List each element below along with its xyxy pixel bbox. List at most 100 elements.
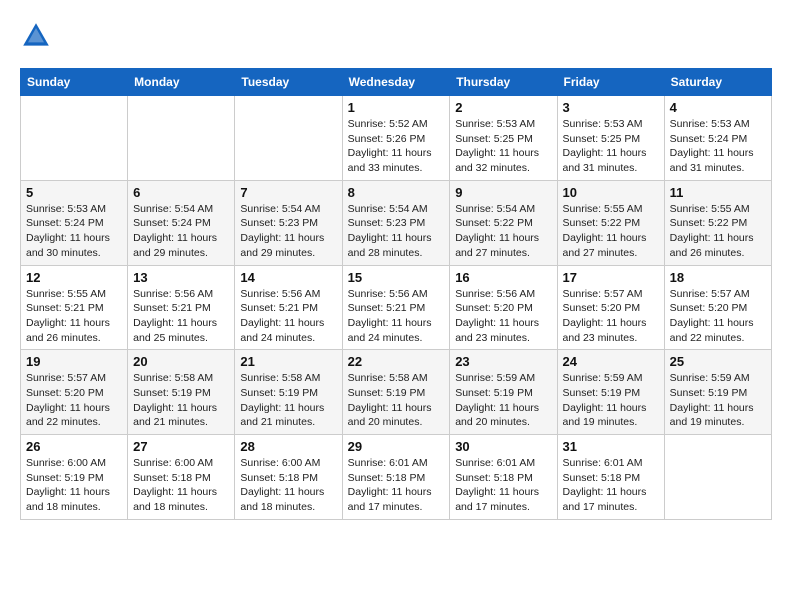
calendar-cell: 23 Sunrise: 5:59 AM Sunset: 5:19 PM Dayli… bbox=[450, 350, 557, 435]
day-number: 13 bbox=[133, 270, 229, 285]
calendar-cell: 26 Sunrise: 6:00 AM Sunset: 5:19 PM Dayli… bbox=[21, 435, 128, 520]
day-info: Sunrise: 5:53 AM Sunset: 5:25 PM Dayligh… bbox=[563, 117, 659, 176]
day-number: 28 bbox=[240, 439, 336, 454]
day-info: Sunrise: 5:53 AM Sunset: 5:24 PM Dayligh… bbox=[670, 117, 766, 176]
day-info: Sunrise: 5:55 AM Sunset: 5:22 PM Dayligh… bbox=[563, 202, 659, 261]
day-number: 11 bbox=[670, 185, 766, 200]
calendar-cell: 8 Sunrise: 5:54 AM Sunset: 5:23 PM Daylig… bbox=[342, 180, 450, 265]
calendar-cell: 6Sunrise: 5:54 AM Sunset: 5:24 PM Daylig… bbox=[128, 180, 235, 265]
day-number: 15 bbox=[348, 270, 445, 285]
day-number: 30 bbox=[455, 439, 551, 454]
day-info: Sunrise: 5:52 AM Sunset: 5:26 PM Dayligh… bbox=[348, 117, 445, 176]
calendar-cell: 2 Sunrise: 5:53 AM Sunset: 5:25 PM Daylig… bbox=[450, 96, 557, 181]
day-info: Sunrise: 5:54 AM Sunset: 5:22 PM Dayligh… bbox=[455, 202, 551, 261]
day-info: Sunrise: 5:59 AM Sunset: 5:19 PM Dayligh… bbox=[563, 371, 659, 430]
day-number: 26 bbox=[26, 439, 122, 454]
day-number: 25 bbox=[670, 354, 766, 369]
day-number: 4 bbox=[670, 100, 766, 115]
calendar-cell: 31Sunrise: 6:01 AM Sunset: 5:18 PM Dayli… bbox=[557, 435, 664, 520]
calendar-cell: 29 Sunrise: 6:01 AM Sunset: 5:18 PM Dayli… bbox=[342, 435, 450, 520]
calendar-cell: 11 Sunrise: 5:55 AM Sunset: 5:22 PM Dayli… bbox=[664, 180, 771, 265]
day-info: Sunrise: 6:01 AM Sunset: 5:18 PM Dayligh… bbox=[348, 456, 445, 515]
day-info: Sunrise: 5:57 AM Sunset: 5:20 PM Dayligh… bbox=[670, 287, 766, 346]
day-info: Sunrise: 5:59 AM Sunset: 5:19 PM Dayligh… bbox=[670, 371, 766, 430]
day-number: 22 bbox=[348, 354, 445, 369]
calendar-cell: 4 Sunrise: 5:53 AM Sunset: 5:24 PM Daylig… bbox=[664, 96, 771, 181]
calendar-cell: 28 Sunrise: 6:00 AM Sunset: 5:18 PM Dayli… bbox=[235, 435, 342, 520]
day-number: 21 bbox=[240, 354, 336, 369]
day-info: Sunrise: 5:57 AM Sunset: 5:20 PM Dayligh… bbox=[26, 371, 122, 430]
day-number: 2 bbox=[455, 100, 551, 115]
day-number: 29 bbox=[348, 439, 445, 454]
day-info: Sunrise: 5:57 AM Sunset: 5:20 PM Dayligh… bbox=[563, 287, 659, 346]
day-info: Sunrise: 6:00 AM Sunset: 5:18 PM Dayligh… bbox=[133, 456, 229, 515]
day-info: Sunrise: 5:55 AM Sunset: 5:22 PM Dayligh… bbox=[670, 202, 766, 261]
calendar-cell: 9 Sunrise: 5:54 AM Sunset: 5:22 PM Daylig… bbox=[450, 180, 557, 265]
day-info: Sunrise: 6:00 AM Sunset: 5:19 PM Dayligh… bbox=[26, 456, 122, 515]
day-info: Sunrise: 5:56 AM Sunset: 5:20 PM Dayligh… bbox=[455, 287, 551, 346]
day-info: Sunrise: 5:56 AM Sunset: 5:21 PM Dayligh… bbox=[240, 287, 336, 346]
calendar-header-friday: Friday bbox=[557, 69, 664, 96]
day-info: Sunrise: 5:58 AM Sunset: 5:19 PM Dayligh… bbox=[240, 371, 336, 430]
day-number: 7 bbox=[240, 185, 336, 200]
calendar-cell bbox=[664, 435, 771, 520]
day-info: Sunrise: 5:58 AM Sunset: 5:19 PM Dayligh… bbox=[133, 371, 229, 430]
day-number: 14 bbox=[240, 270, 336, 285]
day-info: Sunrise: 6:01 AM Sunset: 5:18 PM Dayligh… bbox=[455, 456, 551, 515]
calendar-header-tuesday: Tuesday bbox=[235, 69, 342, 96]
calendar-cell: 19 Sunrise: 5:57 AM Sunset: 5:20 PM Dayli… bbox=[21, 350, 128, 435]
calendar-cell: 16 Sunrise: 5:56 AM Sunset: 5:20 PM Dayli… bbox=[450, 265, 557, 350]
calendar-week-row: 26 Sunrise: 6:00 AM Sunset: 5:19 PM Dayli… bbox=[21, 435, 772, 520]
calendar-header-saturday: Saturday bbox=[664, 69, 771, 96]
day-info: Sunrise: 5:59 AM Sunset: 5:19 PM Dayligh… bbox=[455, 371, 551, 430]
calendar-cell: 17 Sunrise: 5:57 AM Sunset: 5:20 PM Dayli… bbox=[557, 265, 664, 350]
calendar-week-row: 1 Sunrise: 5:52 AM Sunset: 5:26 PM Daylig… bbox=[21, 96, 772, 181]
calendar-cell: 3 Sunrise: 5:53 AM Sunset: 5:25 PM Daylig… bbox=[557, 96, 664, 181]
calendar-header-row: SundayMondayTuesdayWednesdayThursdayFrid… bbox=[21, 69, 772, 96]
day-number: 9 bbox=[455, 185, 551, 200]
day-info: Sunrise: 5:58 AM Sunset: 5:19 PM Dayligh… bbox=[348, 371, 445, 430]
day-number: 23 bbox=[455, 354, 551, 369]
day-number: 19 bbox=[26, 354, 122, 369]
calendar-cell: 12Sunrise: 5:55 AM Sunset: 5:21 PM Dayli… bbox=[21, 265, 128, 350]
day-number: 1 bbox=[348, 100, 445, 115]
calendar-cell: 5 Sunrise: 5:53 AM Sunset: 5:24 PM Daylig… bbox=[21, 180, 128, 265]
calendar-cell: 30 Sunrise: 6:01 AM Sunset: 5:18 PM Dayli… bbox=[450, 435, 557, 520]
calendar-cell: 25 Sunrise: 5:59 AM Sunset: 5:19 PM Dayli… bbox=[664, 350, 771, 435]
day-info: Sunrise: 6:01 AM Sunset: 5:18 PM Dayligh… bbox=[563, 456, 659, 515]
day-info: Sunrise: 6:00 AM Sunset: 5:18 PM Dayligh… bbox=[240, 456, 336, 515]
calendar-header-wednesday: Wednesday bbox=[342, 69, 450, 96]
calendar-cell: 27Sunrise: 6:00 AM Sunset: 5:18 PM Dayli… bbox=[128, 435, 235, 520]
day-number: 5 bbox=[26, 185, 122, 200]
calendar-header-monday: Monday bbox=[128, 69, 235, 96]
calendar-cell: 1 Sunrise: 5:52 AM Sunset: 5:26 PM Daylig… bbox=[342, 96, 450, 181]
calendar-table: SundayMondayTuesdayWednesdayThursdayFrid… bbox=[20, 68, 772, 520]
day-number: 20 bbox=[133, 354, 229, 369]
day-number: 16 bbox=[455, 270, 551, 285]
day-number: 8 bbox=[348, 185, 445, 200]
calendar-header-thursday: Thursday bbox=[450, 69, 557, 96]
day-info: Sunrise: 5:54 AM Sunset: 5:23 PM Dayligh… bbox=[348, 202, 445, 261]
calendar-cell: 13Sunrise: 5:56 AM Sunset: 5:21 PM Dayli… bbox=[128, 265, 235, 350]
calendar-cell: 24 Sunrise: 5:59 AM Sunset: 5:19 PM Dayli… bbox=[557, 350, 664, 435]
logo-icon bbox=[20, 20, 52, 52]
day-info: Sunrise: 5:53 AM Sunset: 5:25 PM Dayligh… bbox=[455, 117, 551, 176]
day-number: 12 bbox=[26, 270, 122, 285]
calendar-cell: 21 Sunrise: 5:58 AM Sunset: 5:19 PM Dayli… bbox=[235, 350, 342, 435]
logo bbox=[20, 20, 56, 52]
calendar-cell: 15 Sunrise: 5:56 AM Sunset: 5:21 PM Dayli… bbox=[342, 265, 450, 350]
day-number: 18 bbox=[670, 270, 766, 285]
calendar-cell: 20 Sunrise: 5:58 AM Sunset: 5:19 PM Dayli… bbox=[128, 350, 235, 435]
calendar-week-row: 19 Sunrise: 5:57 AM Sunset: 5:20 PM Dayli… bbox=[21, 350, 772, 435]
calendar-cell: 22 Sunrise: 5:58 AM Sunset: 5:19 PM Dayli… bbox=[342, 350, 450, 435]
page-header bbox=[20, 20, 772, 52]
day-number: 3 bbox=[563, 100, 659, 115]
day-info: Sunrise: 5:54 AM Sunset: 5:24 PM Dayligh… bbox=[133, 202, 229, 261]
day-number: 17 bbox=[563, 270, 659, 285]
calendar-header-sunday: Sunday bbox=[21, 69, 128, 96]
day-info: Sunrise: 5:56 AM Sunset: 5:21 PM Dayligh… bbox=[348, 287, 445, 346]
calendar-cell bbox=[235, 96, 342, 181]
day-number: 24 bbox=[563, 354, 659, 369]
calendar-week-row: 5 Sunrise: 5:53 AM Sunset: 5:24 PM Daylig… bbox=[21, 180, 772, 265]
day-info: Sunrise: 5:53 AM Sunset: 5:24 PM Dayligh… bbox=[26, 202, 122, 261]
